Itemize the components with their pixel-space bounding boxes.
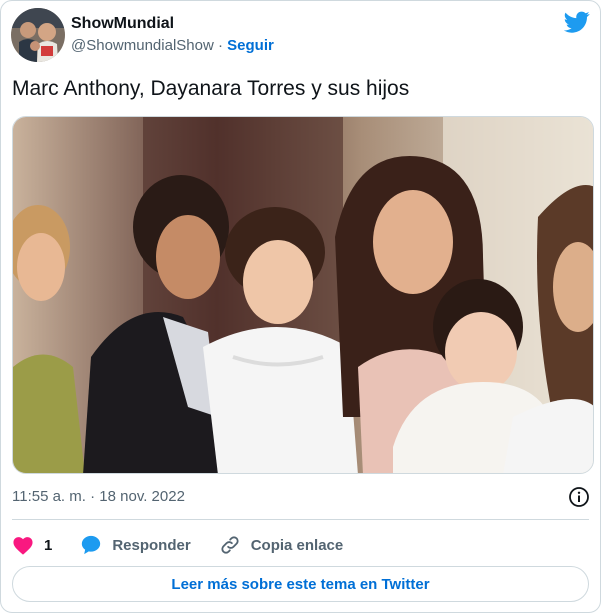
handle-separator: · [217, 37, 223, 54]
info-icon[interactable] [568, 486, 590, 508]
like-button[interactable]: 1 [12, 535, 52, 555]
tweet-card: ShowMundial @ShowmundialShow · Seguir Ma… [0, 0, 601, 613]
timestamp-separator: · [90, 488, 96, 505]
reply-button[interactable]: Responder [80, 534, 191, 556]
heart-icon [13, 537, 33, 555]
copy-link-label: Copia enlace [250, 536, 344, 554]
link-icon [221, 536, 239, 554]
tweet-header: ShowMundial @ShowmundialShow · Seguir [11, 7, 590, 63]
copy-link-button[interactable]: Copia enlace [219, 534, 344, 556]
avatar[interactable] [11, 8, 65, 62]
tweet-photo[interactable] [12, 116, 594, 474]
twitter-bird-icon[interactable] [563, 9, 590, 35]
follow-button[interactable]: Seguir [227, 37, 274, 54]
author-block: ShowMundial @ShowmundialShow · Seguir [71, 14, 274, 56]
author-handle-row: @ShowmundialShow · Seguir [71, 36, 274, 56]
read-more-button[interactable]: Leer más sobre este tema en Twitter [12, 566, 589, 602]
like-count: 1 [44, 536, 53, 554]
divider [12, 519, 589, 520]
author-display-name[interactable]: ShowMundial [71, 14, 274, 34]
tweet-text: Marc Anthony, Dayanara Torres y sus hijo… [12, 77, 410, 100]
tweet-time: 11:55 a. m. [12, 488, 86, 505]
reply-bubble-icon [82, 535, 101, 555]
tweet-timestamp[interactable]: 11:55 a. m. · 18 nov. 2022 [12, 487, 185, 507]
tweet-date: 18 nov. 2022 [99, 488, 185, 505]
tweet-actions: 1 Responder Copia enlace [12, 531, 371, 559]
reply-label: Responder [112, 536, 191, 554]
author-handle[interactable]: @ShowmundialShow [71, 37, 214, 54]
